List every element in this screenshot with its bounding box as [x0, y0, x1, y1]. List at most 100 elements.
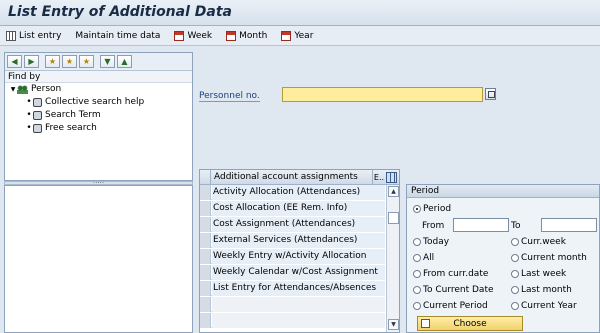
- scroll-thumb[interactable]: [388, 212, 399, 224]
- tree-node-person[interactable]: ▼ Person: [5, 83, 192, 96]
- radio-icon[interactable]: [413, 302, 421, 310]
- row-selector[interactable]: [200, 265, 211, 280]
- radio-last-month[interactable]: Last month: [511, 285, 572, 295]
- tree-item-free-search[interactable]: • Free search: [5, 122, 192, 135]
- table-row[interactable]: Activity Allocation (Attendances): [200, 185, 385, 200]
- row-selector[interactable]: [200, 281, 211, 296]
- tree-item-collective-search-help[interactable]: • Collective search help: [5, 96, 192, 109]
- radio-last-week[interactable]: Last week: [511, 269, 566, 279]
- table-row[interactable]: Weekly Entry w/Activity Allocation: [200, 249, 385, 264]
- radio-icon[interactable]: [413, 270, 421, 278]
- radio-selected-icon[interactable]: [413, 205, 421, 213]
- row-selector[interactable]: [200, 313, 211, 328]
- radio-icon[interactable]: [511, 254, 519, 262]
- binoculars-icon: [33, 111, 42, 120]
- favorites-button[interactable]: ★: [62, 55, 77, 68]
- radio-icon[interactable]: [413, 254, 421, 262]
- back-button[interactable]: ◀: [7, 55, 22, 68]
- week-button[interactable]: Week: [174, 30, 212, 41]
- radio-current-period[interactable]: Current Period: [413, 301, 488, 311]
- scroll-up-icon[interactable]: ▲: [388, 186, 399, 197]
- favorites-add-button[interactable]: ★: [45, 55, 60, 68]
- radio-curr-week[interactable]: Curr.week: [511, 237, 566, 247]
- row-selector[interactable]: [200, 249, 211, 264]
- collapse-button[interactable]: ▼: [100, 55, 115, 68]
- person-icon: [17, 85, 28, 94]
- scroll-down-icon[interactable]: ▼: [388, 319, 399, 330]
- tree-item-label: Search Term: [45, 110, 101, 120]
- radio-label: Last week: [521, 269, 567, 279]
- table-settings-icon[interactable]: [386, 172, 397, 183]
- column-header-e[interactable]: E..: [372, 170, 385, 185]
- table-header: Additional account assignments E..: [200, 170, 399, 185]
- choose-icon: [421, 319, 430, 328]
- favorites-edit-button[interactable]: ★: [79, 55, 94, 68]
- forward-button[interactable]: ▶: [24, 55, 39, 68]
- table-cell[interactable]: External Services (Attendances): [212, 233, 385, 248]
- row-selector[interactable]: [200, 233, 211, 248]
- hit-list-panel: [4, 185, 193, 333]
- object-selection-panel: ◀ ▶ ★ ★ ★ ▼ ▲ Find by ▼ Person • Collect…: [4, 52, 193, 181]
- table-cell[interactable]: Cost Allocation (EE Rem. Info): [212, 201, 385, 216]
- star-icon: ★: [48, 57, 57, 66]
- tree-item-search-term[interactable]: • Search Term: [5, 109, 192, 122]
- maintain-time-data-button[interactable]: Maintain time data: [75, 31, 160, 41]
- radio-from-curr-date[interactable]: From curr.date: [413, 269, 488, 279]
- list-entry-label: List entry: [19, 30, 62, 41]
- radio-label: Today: [423, 237, 450, 247]
- radio-to-current-date[interactable]: To Current Date: [413, 285, 494, 295]
- select-all-cell[interactable]: [200, 170, 211, 185]
- table-row[interactable]: External Services (Attendances): [200, 233, 385, 248]
- month-label: Month: [239, 30, 268, 41]
- radio-icon[interactable]: [511, 302, 519, 310]
- row-selector[interactable]: [200, 297, 211, 312]
- table-cell[interactable]: Weekly Entry w/Activity Allocation: [212, 249, 385, 264]
- star-icon: ★: [82, 57, 91, 66]
- choose-button[interactable]: Choose: [417, 316, 523, 331]
- table-cell[interactable]: Cost Assignment (Attendances): [212, 217, 385, 232]
- radio-all[interactable]: All: [413, 253, 434, 263]
- title-bar: List Entry of Additional Data: [0, 0, 600, 26]
- list-entry-button[interactable]: List entry: [6, 30, 62, 41]
- column-header[interactable]: Additional account assignments: [214, 172, 358, 182]
- radio-icon[interactable]: [511, 238, 519, 246]
- radio-period[interactable]: Period: [413, 204, 451, 214]
- row-selector[interactable]: [200, 185, 211, 200]
- search-help-button[interactable]: [485, 88, 496, 100]
- period-title: Period: [407, 185, 599, 198]
- binoculars-icon: [33, 124, 42, 133]
- personnel-no-input[interactable]: [282, 87, 483, 102]
- row-selector[interactable]: [200, 201, 211, 216]
- choose-label: Choose: [453, 318, 487, 329]
- table-row[interactable]: Cost Allocation (EE Rem. Info): [200, 201, 385, 216]
- from-date-input[interactable]: [453, 218, 509, 232]
- expand-arrow-icon[interactable]: ▼: [9, 83, 17, 96]
- year-button[interactable]: Year: [281, 30, 313, 41]
- table-row[interactable]: Weekly Calendar w/Cost Assignment: [200, 265, 385, 280]
- radio-current-month[interactable]: Current month: [511, 253, 587, 263]
- expand-button[interactable]: ▲: [117, 55, 132, 68]
- table-cell[interactable]: List Entry for Attendances/Absences: [212, 281, 385, 296]
- vertical-scrollbar[interactable]: ▲ ▼: [386, 185, 399, 332]
- row-selector[interactable]: [200, 217, 211, 232]
- to-date-input[interactable]: [541, 218, 597, 232]
- radio-label: From curr.date: [423, 269, 489, 279]
- radio-icon[interactable]: [511, 270, 519, 278]
- application-toolbar: List entry Maintain time data Week Month…: [0, 26, 600, 46]
- table-row[interactable]: List Entry for Attendances/Absences: [200, 281, 385, 296]
- radio-label: Curr.week: [521, 237, 566, 247]
- table-cell[interactable]: Weekly Calendar w/Cost Assignment: [212, 265, 385, 280]
- table-row[interactable]: Cost Assignment (Attendances): [200, 217, 385, 232]
- table-row: [200, 297, 385, 312]
- calendar-icon: [174, 30, 185, 41]
- table-cell[interactable]: Activity Allocation (Attendances): [212, 185, 385, 200]
- calendar-icon: [226, 30, 237, 41]
- radio-icon[interactable]: [413, 286, 421, 294]
- radio-current-year[interactable]: Current Year: [511, 301, 577, 311]
- tree-item-label: Free search: [45, 123, 97, 133]
- radio-icon[interactable]: [511, 286, 519, 294]
- personnel-no-label: Personnel no.: [199, 91, 260, 102]
- radio-icon[interactable]: [413, 238, 421, 246]
- radio-today[interactable]: Today: [413, 237, 449, 247]
- month-button[interactable]: Month: [226, 30, 268, 41]
